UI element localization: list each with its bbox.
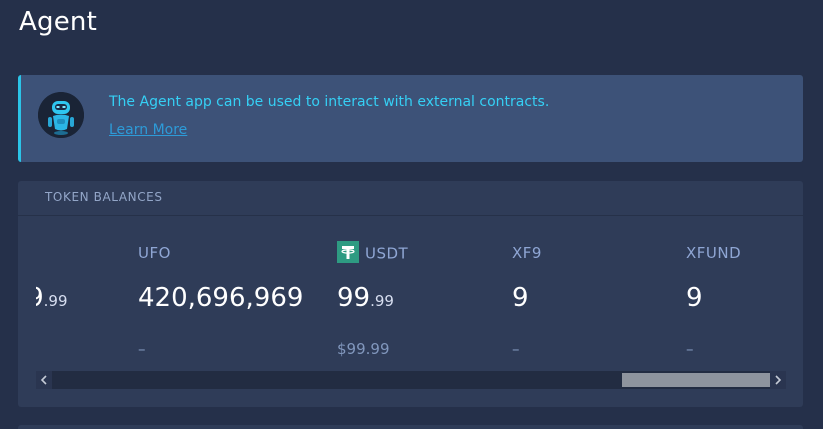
token-name: USDT [337, 241, 408, 265]
info-text: The Agent app can be used to interact wi… [109, 94, 550, 110]
scroll-right-button[interactable] [770, 371, 786, 389]
horizontal-scrollbar[interactable] [36, 371, 786, 389]
token-balances-card: TOKEN BALANCES 699.99 UFO 420,696,969 – [18, 181, 803, 407]
chevron-left-icon [40, 375, 47, 385]
tether-icon [337, 241, 359, 263]
token-amount: 9 [512, 283, 529, 313]
scroll-thumb[interactable] [622, 373, 770, 387]
balances-scroll-area[interactable]: 699.99 UFO 420,696,969 – [36, 216, 786, 371]
learn-more-link[interactable]: Learn More [109, 122, 187, 138]
token-name: XFUND [686, 244, 742, 262]
token-item: 699.99 [36, 216, 124, 371]
token-fiat: – [686, 340, 694, 358]
token-amount: 99.99 [337, 283, 394, 313]
chevron-right-icon [775, 375, 782, 385]
token-fiat: $99.99 [337, 340, 390, 358]
token-amount: 420,696,969 [138, 283, 304, 313]
scroll-left-button[interactable] [36, 371, 52, 389]
page-title: Agent [19, 7, 97, 37]
token-name: UFO [138, 244, 171, 262]
token-amount: 699.99 [36, 283, 68, 313]
agent-robot-icon [38, 92, 84, 138]
token-item: XFUND 9 – [686, 216, 786, 371]
agent-page: Agent The Agent app can be used to inter… [0, 0, 823, 429]
next-card [18, 425, 803, 429]
token-item: UFO 420,696,969 – [138, 216, 323, 371]
balances-header: TOKEN BALANCES [18, 181, 803, 216]
token-item: USDT 99.99 $99.99 [337, 216, 497, 371]
token-item: XF9 9 – [512, 216, 652, 371]
info-banner: The Agent app can be used to interact wi… [18, 75, 803, 162]
balances-title: TOKEN BALANCES [45, 190, 163, 204]
token-fiat: – [138, 340, 146, 358]
token-amount: 9 [686, 283, 703, 313]
token-name: XF9 [512, 244, 542, 262]
token-fiat: – [512, 340, 520, 358]
